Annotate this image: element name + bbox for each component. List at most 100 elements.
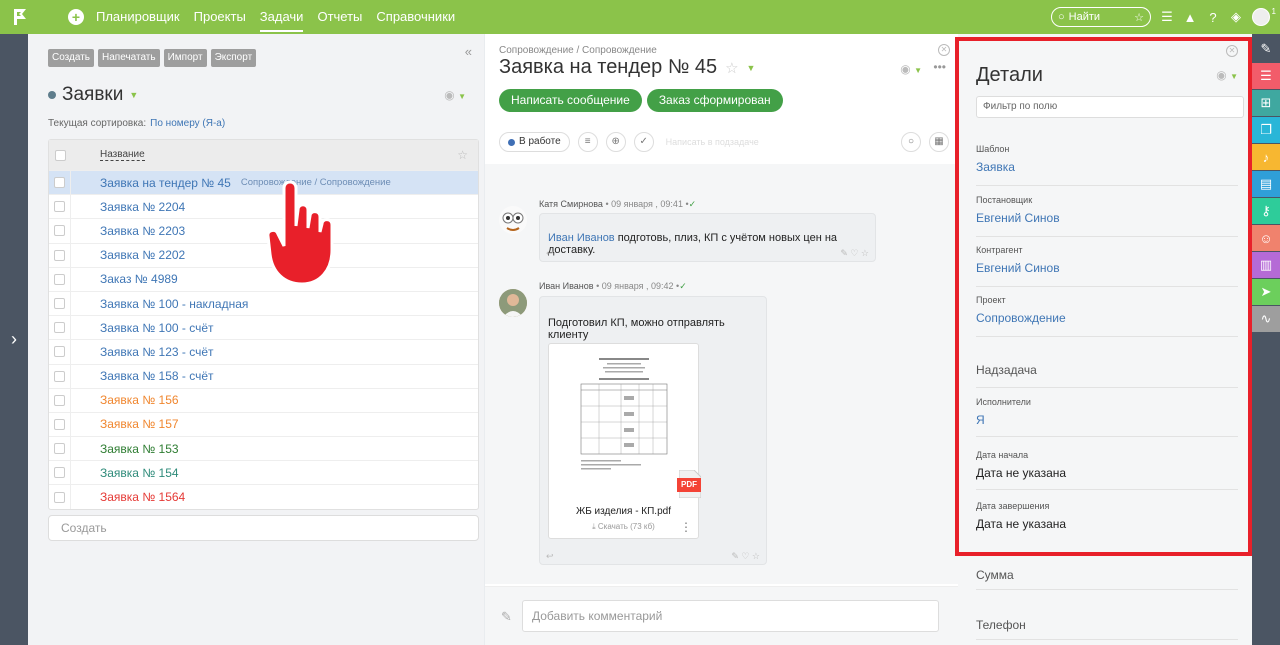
reply-icon[interactable]: ↩ [546, 248, 554, 259]
more-icon[interactable]: ••• [933, 60, 946, 74]
file-attachment[interactable]: PDF ЖБ изделия - КП.pdf ⤓ Скачать (73 кб… [548, 343, 701, 539]
row-name[interactable]: Заявка на тендер № 45 [100, 176, 231, 190]
rocket-icon[interactable]: ▲ [1183, 10, 1197, 25]
global-search[interactable]: ○ Найти ☆ [1051, 7, 1151, 27]
nav-reports[interactable]: Отчеты [317, 0, 362, 34]
edit-icon[interactable]: ✎ [1252, 36, 1280, 62]
nav-planner[interactable]: Планировщик [96, 0, 180, 34]
subtask-icon[interactable]: ⊕ [605, 132, 626, 152]
breadcrumb[interactable]: Сопровождение / Сопровождение [499, 45, 657, 56]
select-all-checkbox[interactable] [54, 149, 66, 161]
docs-icon[interactable]: ❐ [1252, 117, 1280, 143]
clipboard-icon[interactable]: ▤ [1252, 171, 1280, 197]
row-name[interactable]: Заявка № 2204 [100, 200, 185, 214]
star-icon[interactable]: ☆ [1134, 11, 1144, 24]
close-icon[interactable]: ✕ [938, 44, 950, 56]
order-formed-button[interactable]: Заказ сформирован [646, 89, 783, 112]
table-row[interactable]: Заявка № 157 [49, 411, 478, 437]
eye-icon[interactable]: ◉ ▼ [444, 88, 466, 102]
more-vertical-icon[interactable]: ⋮ [680, 520, 692, 534]
reply-icon[interactable]: ↩ [546, 551, 554, 562]
help-icon[interactable]: ? [1206, 10, 1220, 25]
caret-down-icon[interactable]: ▼ [129, 90, 138, 100]
row-name[interactable]: Заявка № 153 [100, 442, 179, 456]
caret-down-icon[interactable]: ▼ [747, 63, 756, 73]
send-icon[interactable]: ➤ [1252, 279, 1280, 305]
row-checkbox[interactable] [54, 394, 65, 406]
table-row[interactable]: Заявка № 100 - счёт [49, 315, 478, 340]
table-row[interactable]: Заявка № 156 [49, 387, 478, 412]
reactions-icons[interactable]: ✎ ♡ ☆ [731, 551, 760, 562]
table-row[interactable]: Заявка № 1564 [49, 484, 478, 509]
field-parent-task[interactable]: Надзадача [976, 363, 1238, 388]
chart-icon[interactable]: ▥ [1252, 252, 1280, 278]
row-checkbox[interactable] [54, 177, 65, 189]
row-name[interactable]: Заявка № 1564 [100, 490, 185, 504]
app-logo[interactable] [0, 0, 40, 34]
list-title[interactable]: Заявки ▼ [48, 84, 138, 106]
row-checkbox[interactable] [54, 370, 65, 382]
row-checkbox[interactable] [54, 322, 65, 334]
table-row[interactable]: Заявка № 158 - счёт [49, 363, 478, 388]
nav-references[interactable]: Справочники [376, 0, 455, 34]
contacts-icon[interactable]: ☺ [1252, 225, 1280, 251]
row-name[interactable]: Заявка № 154 [100, 466, 179, 480]
export-button[interactable]: Экспорт [210, 49, 257, 67]
eye-icon[interactable]: ◉ ▼ [1216, 68, 1238, 82]
field-filter-input[interactable]: Фильтр по полю [976, 96, 1244, 118]
row-name[interactable]: Заказ № 4989 [100, 272, 178, 286]
description-icon[interactable]: ≡ [577, 132, 598, 152]
field-phone[interactable]: Телефон [976, 618, 1238, 640]
key-icon[interactable]: ⚷ [1252, 198, 1280, 224]
add-icon[interactable]: + [68, 9, 84, 25]
download-link[interactable]: ⤓ Скачать (73 кб) [549, 522, 698, 532]
star-icon[interactable]: ☆ [725, 59, 738, 77]
row-name[interactable]: Заявка № 2202 [100, 248, 185, 262]
row-name[interactable]: Заявка № 157 [100, 417, 179, 431]
paperclip-icon[interactable]: ✎ [501, 609, 512, 625]
table-row[interactable]: Заявка № 123 - счёт [49, 339, 478, 364]
checklist-icon[interactable]: ✓ [633, 132, 654, 152]
row-checkbox[interactable] [54, 225, 65, 237]
row-name[interactable]: Заявка № 100 - счёт [100, 321, 214, 335]
quick-create-input[interactable]: Создать [48, 515, 479, 541]
expand-sidebar-strip[interactable]: › [0, 34, 28, 645]
org-icon[interactable]: ⊞ [1252, 90, 1280, 116]
mention-link[interactable]: Иван Иванов [548, 232, 615, 244]
search-icon[interactable]: ○ [901, 132, 921, 152]
row-name[interactable]: Заявка № 2203 [100, 224, 185, 238]
row-name[interactable]: Заявка № 156 [100, 393, 179, 407]
file-name[interactable]: ЖБ изделия - КП.pdf [549, 506, 698, 517]
table-row[interactable]: Заявка № 154 [49, 460, 478, 485]
table-row[interactable]: Заявка № 153 [49, 436, 478, 461]
row-checkbox[interactable] [54, 249, 65, 261]
status-badge[interactable]: В работе [499, 132, 570, 152]
import-button[interactable]: Импорт [163, 49, 207, 67]
table-row[interactable]: Заявка № 100 - накладная [49, 290, 478, 316]
column-name-header[interactable]: Название [100, 149, 145, 161]
close-icon[interactable]: ✕ [1226, 45, 1238, 57]
nav-tasks[interactable]: Задачи [259, 0, 303, 34]
comment-input[interactable]: Добавить комментарий [522, 600, 939, 632]
star-icon[interactable]: ☆ [457, 148, 468, 162]
row-checkbox[interactable] [54, 418, 65, 430]
eye-icon[interactable]: ◉ ▼ [900, 62, 922, 76]
collapse-panel-icon[interactable]: « [465, 44, 472, 59]
reactions-icons[interactable]: ✎ ♡ ☆ [840, 248, 869, 259]
row-checkbox[interactable] [54, 273, 65, 285]
row-name[interactable]: Заявка № 123 - счёт [100, 345, 214, 359]
row-name[interactable]: Заявка № 100 - накладная [100, 297, 248, 311]
layers-icon[interactable]: ◈ [1229, 9, 1243, 25]
row-checkbox[interactable] [54, 298, 65, 310]
create-button[interactable]: Создать [48, 49, 95, 67]
sort-value[interactable]: По номеру (Я-а) [150, 118, 225, 129]
bell-icon[interactable]: ♪ [1252, 144, 1280, 170]
row-checkbox[interactable] [54, 201, 65, 213]
nav-projects[interactable]: Проекты [194, 0, 246, 34]
pulse-icon[interactable]: ∿ [1252, 306, 1280, 332]
menu-icon[interactable]: ☰ [1160, 9, 1174, 25]
row-name[interactable]: Заявка № 158 - счёт [100, 369, 214, 383]
field-sum[interactable]: Сумма [976, 568, 1238, 590]
print-button[interactable]: Напечатать [98, 49, 160, 67]
row-checkbox[interactable] [54, 443, 65, 455]
